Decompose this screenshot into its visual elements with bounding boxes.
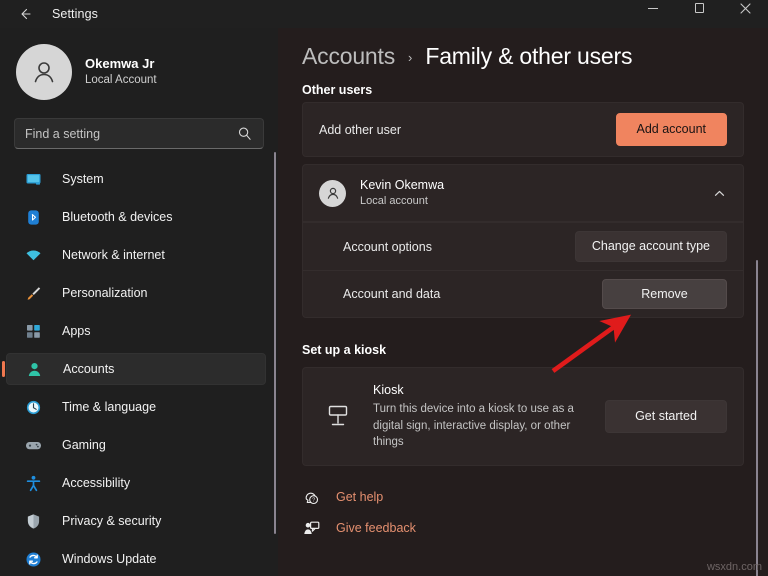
account-and-data-label: Account and data [343,287,441,301]
user-header-row[interactable]: Kevin Okemwa Local account [303,165,743,221]
sidebar-item-accounts[interactable]: Accounts [6,353,266,385]
help-question-icon: ? [302,488,320,506]
app-title: Settings [52,7,98,21]
paintbrush-icon [24,284,42,302]
section-heading-text: Set up a kiosk [302,343,387,357]
close-button[interactable] [722,0,768,22]
sidebar-item-gaming[interactable]: Gaming [6,429,266,461]
user-options-card: Account options Change account type Acco… [302,222,744,318]
sidebar-item-label: Apps [62,324,91,338]
watermark: wsxdn.com [706,561,762,573]
add-other-user-label: Add other user [319,122,401,137]
sidebar-item-windows-update[interactable]: Windows Update [6,543,266,575]
other-users-section-heading: Other users [302,84,744,96]
chevron-up-icon[interactable] [711,185,727,201]
main-content: Accounts › Family & other users Other us… [278,28,768,576]
footer-links: ? Get help Give feedback [302,482,744,544]
kiosk-card: Kiosk Turn this device into a kiosk to u… [302,367,744,466]
sidebar-item-label: Network & internet [62,248,165,262]
add-account-button[interactable]: Add account [615,113,727,146]
maximize-button[interactable] [676,0,722,22]
monitor-icon [24,170,42,188]
add-other-user-card: Add other user Add account [302,102,744,157]
feedback-chat-icon [302,519,320,537]
shield-icon [24,512,42,530]
window-controls [630,0,768,22]
search-box[interactable] [14,118,264,149]
gamepad-icon [24,436,42,454]
sidebar-item-label: System [62,172,104,186]
update-refresh-icon [24,550,42,568]
sidebar-item-network-internet[interactable]: Network & internet [6,239,266,271]
person-icon [25,360,43,378]
breadcrumb-parent[interactable]: Accounts [302,43,395,70]
back-button[interactable] [8,1,42,27]
page-title: Family & other users [425,42,633,69]
account-and-data-row: Account and data Remove [303,270,743,317]
sidebar-item-label: Accounts [63,362,115,376]
link-label: Get help [336,490,384,505]
sidebar-item-bluetooth-devices[interactable]: Bluetooth & devices [6,201,266,233]
settings-scroll-area: Other users Add other user Add account K… [278,84,768,576]
sidebar-item-label: Time & language [62,400,157,414]
sidebar-item-label: Bluetooth & devices [62,210,173,224]
avatar [319,179,346,207]
sidebar-scrollbar[interactable] [274,152,276,534]
link-label: Give feedback [336,521,416,536]
sidebar-item-privacy-security[interactable]: Privacy & security [6,505,266,537]
main-scrollbar[interactable] [756,260,758,576]
sidebar-item-apps[interactable]: Apps [6,315,266,347]
give-feedback-link[interactable]: Give feedback [302,513,744,544]
avatar [16,44,72,100]
kiosk-title: Kiosk [373,383,404,397]
settings-window: Settings Okemwa Jr Local Account Find a … [0,0,768,576]
kiosk-section-heading: Set up a kiosk [302,343,744,357]
sidebar: Okemwa Jr Local Account Find a setting S… [0,28,278,576]
title-bar: Settings [0,0,768,28]
sidebar-item-system[interactable]: System [6,163,266,195]
wifi-icon [24,246,42,264]
user-name: Kevin Okemwa [360,177,445,192]
sidebar-item-label: Accessibility [62,476,131,490]
remove-button[interactable]: Remove [602,278,727,310]
kiosk-podium-icon [323,401,353,431]
kiosk-description: Turn this device into a kiosk to use as … [373,402,574,449]
account-options-row: Account options Change account type [303,223,743,270]
breadcrumb: Accounts › Family & other users [278,28,768,84]
profile-block[interactable]: Okemwa Jr Local Account [0,28,278,104]
profile-name: Okemwa Jr [85,55,155,71]
sidebar-item-accessibility[interactable]: Accessibility [6,467,266,499]
user-subtitle: Local account [360,195,428,208]
sidebar-item-time-language[interactable]: Time & language [6,391,266,423]
section-heading-text: Other users [302,84,373,96]
minimize-button[interactable] [630,0,676,22]
sidebar-item-personalization[interactable]: Personalization [6,277,266,309]
search-icon [237,126,253,142]
add-other-user-row: Add other user Add account [303,103,743,156]
sidebar-item-label: Personalization [62,286,148,300]
account-options-label: Account options [343,239,432,254]
user-card: Kevin Okemwa Local account [302,164,744,222]
sidebar-item-label: Windows Update [62,552,157,566]
profile-subtitle: Local Account [85,73,157,86]
accessibility-icon [24,474,42,492]
change-account-type-button[interactable]: Change account type [574,231,727,262]
get-started-button[interactable]: Get started [605,400,727,433]
bluetooth-icon [24,208,42,226]
clock-icon [24,398,42,416]
sidebar-item-label: Gaming [62,438,106,452]
sidebar-nav: System Bluetooth & devices Network & int… [0,163,278,575]
search-input[interactable] [25,126,237,141]
sidebar-item-label: Privacy & security [62,514,162,528]
get-help-link[interactable]: ? Get help [302,482,744,513]
apps-grid-icon [24,322,42,340]
svg-text:?: ? [312,497,315,503]
chevron-right-icon: › [408,49,413,65]
